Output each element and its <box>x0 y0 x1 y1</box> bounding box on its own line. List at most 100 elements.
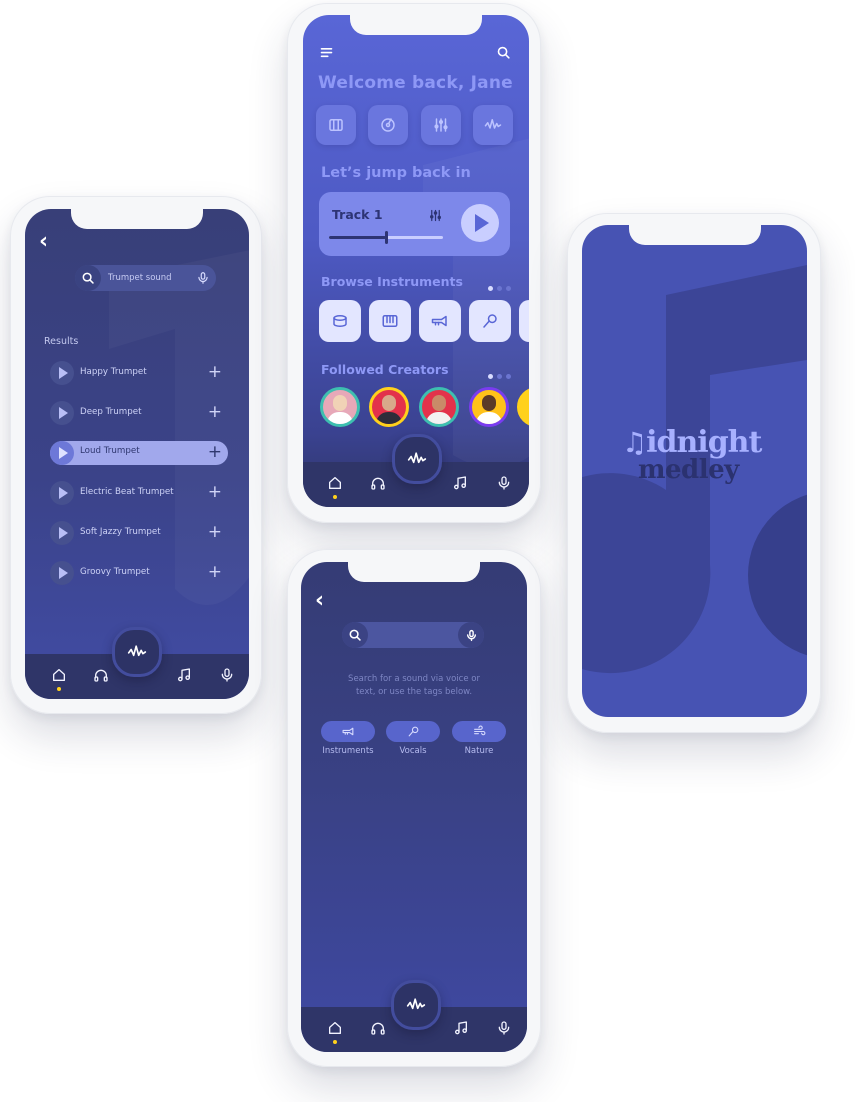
result-row[interactable]: Happy Trumpet + <box>50 361 228 385</box>
search-icon[interactable] <box>342 622 368 648</box>
microphone-icon[interactable] <box>469 300 511 342</box>
add-icon[interactable]: + <box>208 362 222 382</box>
result-row[interactable]: Electric Beat Trumpet + <box>50 481 228 505</box>
avatar-body <box>476 412 502 424</box>
result-row[interactable]: Soft Jazzy Trumpet + <box>50 521 228 545</box>
tag-nature[interactable] <box>452 721 506 742</box>
followed-creators-heading: Followed Creators <box>321 362 449 377</box>
avatar-body <box>426 412 452 424</box>
creator-avatar[interactable] <box>369 387 409 427</box>
microphone-icon[interactable] <box>219 667 235 683</box>
result-row[interactable]: Groovy Trumpet + <box>50 561 228 585</box>
back-button[interactable]: ‹ <box>39 231 48 253</box>
record-fab-button[interactable] <box>112 627 162 677</box>
add-icon[interactable]: + <box>208 442 222 462</box>
home-icon[interactable] <box>327 1020 343 1036</box>
play-icon[interactable] <box>50 401 74 425</box>
search-input[interactable]: Trumpet sound <box>108 273 172 283</box>
waveform-icon <box>407 452 427 464</box>
instrument-tile-partial[interactable] <box>519 300 529 342</box>
home-icon[interactable] <box>327 475 343 491</box>
play-icon[interactable] <box>50 561 74 585</box>
microphone-icon[interactable] <box>496 1020 512 1036</box>
headphones-icon[interactable] <box>93 667 109 683</box>
equalizer-icon[interactable] <box>428 208 443 223</box>
search-icon[interactable] <box>496 45 511 60</box>
tag-label: Instruments <box>322 746 374 756</box>
tag-vocals[interactable] <box>386 721 440 742</box>
record-fab-button[interactable] <box>392 434 442 484</box>
search-hint: Search for a sound via voice or text, or… <box>348 674 480 697</box>
result-name: Groovy Trumpet <box>80 567 150 577</box>
piano-keys-icon[interactable] <box>316 105 356 145</box>
phone-notch <box>350 15 482 35</box>
search-bar[interactable] <box>342 622 484 648</box>
waveform-icon <box>406 998 426 1010</box>
play-icon[interactable] <box>50 521 74 545</box>
music-note-icon[interactable] <box>453 1020 469 1036</box>
creator-avatar[interactable] <box>469 387 509 427</box>
creator-avatar[interactable] <box>320 387 360 427</box>
search-bar[interactable]: Trumpet sound <box>75 265 216 291</box>
wind-icon <box>473 725 485 736</box>
menu-icon[interactable] <box>319 45 334 60</box>
music-note-icon[interactable] <box>452 475 468 491</box>
result-row-active[interactable]: Loud Trumpet + <box>50 441 228 465</box>
play-icon[interactable] <box>50 481 74 505</box>
music-note-icon[interactable] <box>176 667 192 683</box>
jump-back-heading: Let’s jump back in <box>321 165 471 181</box>
browse-instruments-heading: Browse Instruments <box>321 274 463 289</box>
result-name: Loud Trumpet <box>80 446 140 456</box>
avatar-body <box>327 412 353 424</box>
avatar-face <box>382 395 396 411</box>
result-row[interactable]: Deep Trumpet + <box>50 401 228 425</box>
record-icon[interactable] <box>368 105 408 145</box>
result-name: Soft Jazzy Trumpet <box>80 527 161 537</box>
home-icon[interactable] <box>51 667 67 683</box>
active-indicator <box>333 495 337 499</box>
trumpet-icon <box>342 727 353 736</box>
add-icon[interactable]: + <box>208 402 222 422</box>
track-progress-slider[interactable] <box>329 231 443 244</box>
recent-track-card[interactable]: Track 1 <box>319 192 510 256</box>
track-progress-fill <box>329 236 386 239</box>
add-icon[interactable]: + <box>208 482 222 502</box>
active-indicator <box>333 1040 337 1044</box>
microphone-icon[interactable] <box>458 622 484 648</box>
add-icon[interactable]: + <box>208 522 222 542</box>
creator-avatar[interactable] <box>517 387 529 427</box>
avatar-body <box>376 412 402 424</box>
microphone-icon[interactable] <box>196 271 210 285</box>
sliders-icon[interactable] <box>421 105 461 145</box>
avatar-face <box>482 395 496 411</box>
creator-avatar[interactable] <box>419 387 459 427</box>
phone-notch <box>71 209 203 229</box>
microphone-icon[interactable] <box>496 475 512 491</box>
tag-instruments[interactable] <box>321 721 375 742</box>
waveform-icon <box>127 645 147 657</box>
track-progress-knob[interactable] <box>385 231 388 244</box>
search-icon[interactable] <box>75 265 101 291</box>
waveform-icon[interactable] <box>473 105 513 145</box>
phone-search: ‹ Search for a sound via voice or text, … <box>287 549 541 1067</box>
drum-icon[interactable] <box>319 300 361 342</box>
headphones-icon[interactable] <box>370 475 386 491</box>
keyboard-icon[interactable] <box>369 300 411 342</box>
trumpet-icon[interactable] <box>419 300 461 342</box>
track-name: Track 1 <box>332 207 383 222</box>
play-icon[interactable] <box>50 441 74 465</box>
play-icon[interactable] <box>50 361 74 385</box>
result-name: Deep Trumpet <box>80 407 142 417</box>
phone-splash: ♫idnight medley <box>567 213 821 733</box>
play-button[interactable] <box>461 204 499 242</box>
record-fab-button[interactable] <box>391 980 441 1030</box>
phone-results: ‹ Trumpet sound Results Happy Trumpet + … <box>10 196 262 714</box>
headphones-icon[interactable] <box>370 1020 386 1036</box>
add-icon[interactable]: + <box>208 562 222 582</box>
welcome-heading: Welcome back, Jane <box>318 73 513 93</box>
creators-pager[interactable] <box>484 364 511 383</box>
logo-line-2: medley <box>638 455 739 485</box>
phone-home: Welcome back, Jane Let’s jump back in Tr… <box>287 3 541 523</box>
back-button[interactable]: ‹ <box>315 590 324 612</box>
browse-pager[interactable] <box>484 276 511 295</box>
